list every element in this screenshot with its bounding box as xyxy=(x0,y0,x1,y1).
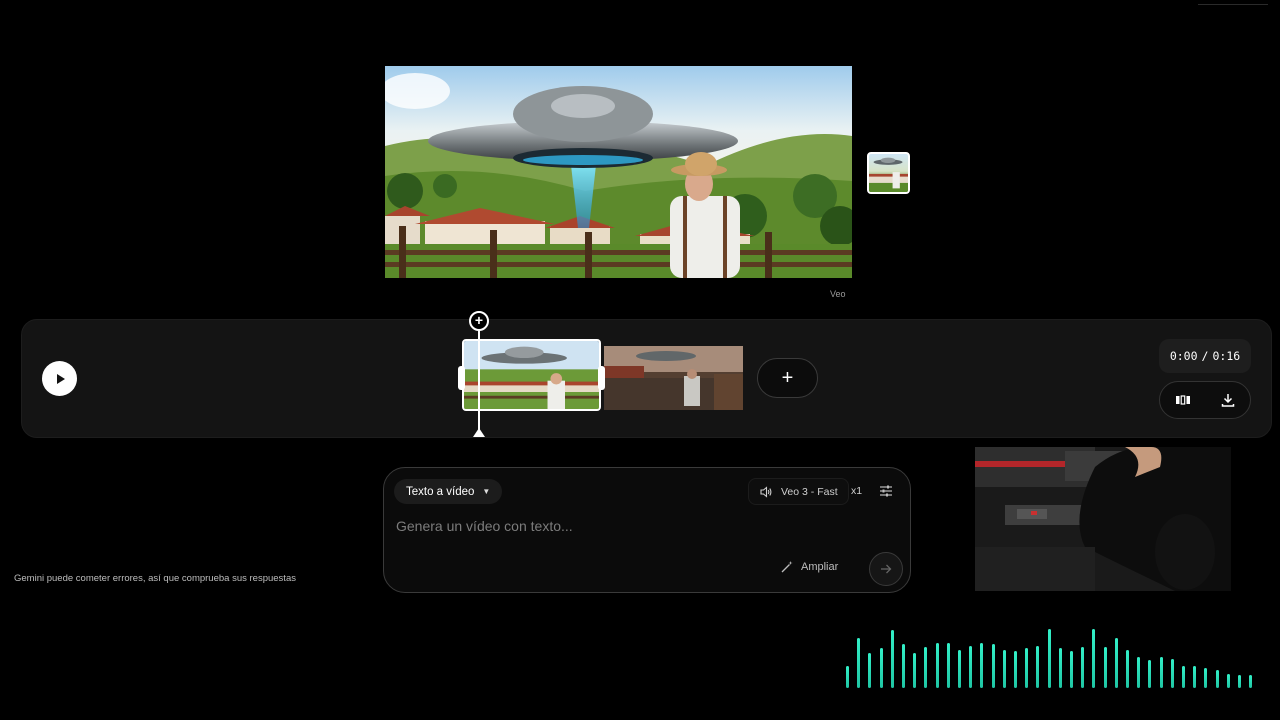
storyboard-icon xyxy=(1175,395,1190,405)
chevron-down-icon: ▼ xyxy=(482,487,491,496)
time-display: 0:00 / 0:16 xyxy=(1159,339,1251,373)
audio-bar xyxy=(1036,646,1040,688)
audio-bar xyxy=(1092,629,1096,688)
audio-bar xyxy=(1226,674,1230,688)
arrow-right-icon xyxy=(881,564,892,574)
play-button[interactable] xyxy=(42,361,77,396)
timeline-clip-2[interactable] xyxy=(604,346,743,410)
clip-trim-handle-left[interactable] xyxy=(458,366,465,390)
play-icon xyxy=(56,373,65,384)
audio-bar xyxy=(1182,666,1185,688)
add-clip-button[interactable]: + xyxy=(757,358,818,398)
audio-bar xyxy=(1204,668,1208,688)
audio-bar xyxy=(868,653,872,688)
settings-button[interactable] xyxy=(878,483,894,499)
storyboard-button[interactable] xyxy=(1171,388,1195,412)
audio-bar xyxy=(1249,675,1253,688)
video-preview[interactable] xyxy=(385,66,852,278)
clip-1-thumbnail xyxy=(464,341,599,409)
send-button[interactable] xyxy=(869,552,903,586)
audio-bar xyxy=(935,643,939,688)
playhead-marker[interactable] xyxy=(473,428,485,437)
model-label: Veo 3 - Fast xyxy=(781,485,838,498)
output-count-selector[interactable]: x1 xyxy=(851,485,862,497)
audio-bar xyxy=(1114,638,1118,688)
audio-bar xyxy=(1126,650,1129,688)
prompt-input[interactable] xyxy=(396,514,876,538)
audio-bar xyxy=(1014,651,1017,688)
audio-bar xyxy=(1193,666,1197,688)
audio-bar xyxy=(857,638,861,688)
audio-bar xyxy=(1025,648,1029,688)
clip-trim-handle-right[interactable] xyxy=(598,366,605,390)
audio-bar xyxy=(991,644,995,688)
audio-bar xyxy=(902,644,905,688)
playhead[interactable] xyxy=(478,330,480,430)
audio-bar xyxy=(846,666,849,688)
webcam-overlay xyxy=(975,447,1231,591)
mode-label: Texto a vídeo xyxy=(406,485,475,498)
audio-bar xyxy=(1137,657,1141,688)
time-separator: / xyxy=(1201,349,1209,363)
audio-bar xyxy=(1170,659,1174,688)
audio-bar xyxy=(1238,675,1241,688)
audio-bar xyxy=(1103,647,1107,688)
audio-bar xyxy=(946,643,950,688)
disclaimer-text: Gemini puede cometer errores, así que co… xyxy=(14,573,296,584)
audio-bar xyxy=(879,648,883,688)
audio-bar xyxy=(1047,629,1051,688)
audio-bar xyxy=(1148,660,1152,688)
timeline-clip-1[interactable] xyxy=(462,339,601,411)
webcam-image xyxy=(975,447,1231,591)
audio-bar xyxy=(1215,670,1219,688)
scene-thumbnail-image xyxy=(869,157,908,192)
current-time: 0:00 xyxy=(1169,349,1198,363)
audio-bar xyxy=(1159,657,1163,688)
audio-bar xyxy=(1070,651,1073,688)
magic-wand-icon xyxy=(781,561,793,573)
total-time: 0:16 xyxy=(1212,349,1241,363)
download-icon xyxy=(1221,394,1234,407)
audio-bar xyxy=(890,630,894,688)
audio-bar xyxy=(1081,647,1085,688)
download-button[interactable] xyxy=(1216,388,1240,412)
timeline-tools xyxy=(1159,381,1251,419)
volume-icon xyxy=(760,485,772,498)
audio-bar xyxy=(980,643,984,688)
sliders-icon xyxy=(880,485,892,497)
expand-prompt-button[interactable]: Ampliar xyxy=(780,558,838,576)
model-selector[interactable]: Veo 3 - Fast xyxy=(748,478,849,505)
expand-label: Ampliar xyxy=(801,561,839,573)
mode-dropdown[interactable]: Texto a vídeo ▼ xyxy=(394,479,503,504)
audio-visualizer xyxy=(840,620,1260,690)
clip-2-thumbnail xyxy=(604,346,743,410)
playhead-add-button[interactable]: + xyxy=(469,311,489,331)
scene-thumbnail[interactable] xyxy=(867,152,910,194)
top-divider xyxy=(1198,4,1268,5)
audio-bar xyxy=(913,653,917,688)
audio-bar xyxy=(924,647,928,688)
audio-bar xyxy=(1002,650,1006,688)
audio-bar xyxy=(958,650,961,688)
ufo-farm-scene-image xyxy=(385,66,852,278)
audio-bar xyxy=(969,646,973,688)
preview-model-caption: Veo xyxy=(830,289,846,299)
audio-bar xyxy=(1058,648,1062,688)
